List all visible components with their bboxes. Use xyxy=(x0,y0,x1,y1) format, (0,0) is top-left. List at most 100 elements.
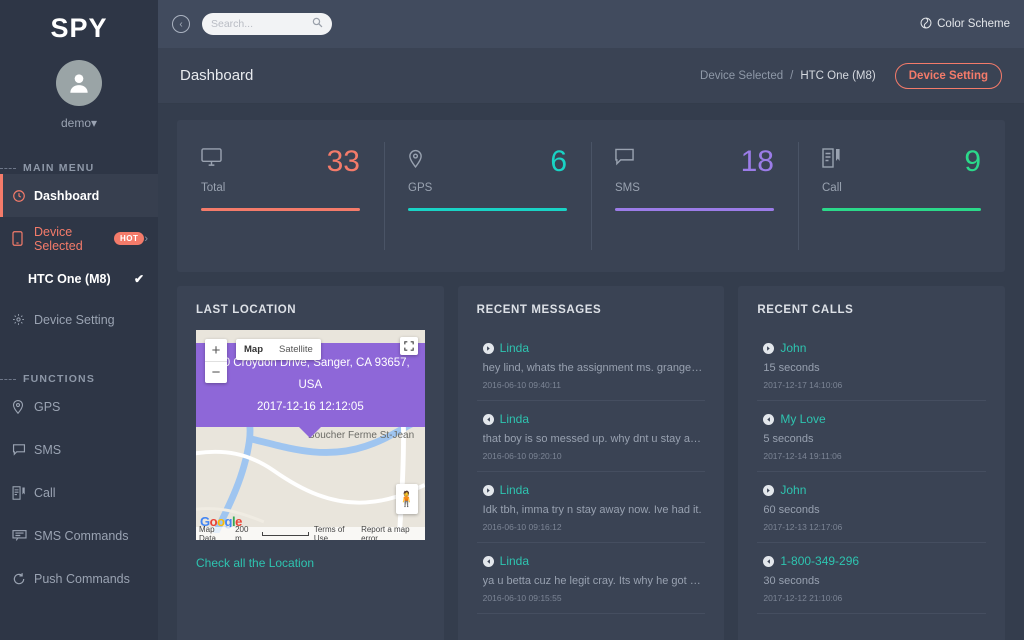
sidebar-item-call[interactable]: Call xyxy=(0,471,158,514)
list-item[interactable]: Linda Idk tbh, imma try n stay away now.… xyxy=(477,472,706,543)
stat-total-label: Total xyxy=(201,182,360,194)
dashboard-panels: LAST LOCATION Boucher Ferme St-Jean xyxy=(177,286,1005,640)
message-text: ya u betta cuz he legit cray. Its why he… xyxy=(483,575,706,587)
page-header: Dashboard Device Selected / HTC One (M8)… xyxy=(158,48,1024,104)
color-scheme-label: Color Scheme xyxy=(937,18,1010,30)
sidebar-item-push-commands[interactable]: Push Commands xyxy=(0,557,158,600)
app-root: SPY demo▾ MAIN MENU Dashboard xyxy=(0,0,1024,640)
avatar xyxy=(56,60,102,106)
section-main-menu: MAIN MENU xyxy=(0,162,158,174)
chat-bubble-icon xyxy=(12,443,34,456)
map-scale-bar-icon xyxy=(262,532,309,536)
recent-messages-list: Linda hey lind, whats the assignment ms.… xyxy=(477,330,706,630)
map-fullscreen-button[interactable] xyxy=(400,337,418,355)
sidebar-item-device-setting[interactable]: Device Setting xyxy=(0,298,158,341)
stats-summary-card: 33 Total 6 GPS xyxy=(177,120,1005,272)
list-item[interactable]: Linda hey lind, whats the assignment ms.… xyxy=(477,330,706,401)
sidebar: SPY demo▾ MAIN MENU Dashboard xyxy=(0,0,158,640)
message-timestamp: 2016-06-10 09:16:12 xyxy=(483,522,706,532)
user-profile: demo▾ xyxy=(0,56,158,130)
sidebar-item-dashboard[interactable]: Dashboard xyxy=(0,174,158,217)
check-icon: ✔ xyxy=(134,272,144,286)
brand-logo: SPY xyxy=(0,0,158,56)
message-contact-name: Linda xyxy=(500,554,529,568)
map-credit-mapdata: Map Data xyxy=(199,525,230,541)
section-functions-label: FUNCTIONS xyxy=(23,373,95,385)
chevron-down-icon: ▾ xyxy=(91,116,97,130)
list-item[interactable]: John 60 seconds 2017-12-13 12:17:06 xyxy=(757,472,986,543)
search-box[interactable] xyxy=(202,13,332,35)
panel-recent-messages-title: RECENT MESSAGES xyxy=(477,304,706,316)
sidebar-item-sms-commands[interactable]: SMS Commands xyxy=(0,514,158,557)
message-contact-name: Linda xyxy=(500,341,529,355)
outgoing-arrow-icon xyxy=(763,485,774,496)
map-credit-report[interactable]: Report a map error xyxy=(361,525,422,541)
panel-recent-calls: RECENT CALLS John 15 seconds 2017-12-17 … xyxy=(738,286,1005,640)
sms-commands-icon xyxy=(12,529,34,542)
device-setting-button[interactable]: Device Setting xyxy=(895,63,1002,89)
message-timestamp: 2016-06-10 09:15:55 xyxy=(483,593,706,603)
sidebar-item-sms[interactable]: SMS xyxy=(0,428,158,471)
map-zoom-out-button[interactable]: − xyxy=(205,361,227,383)
map-type-map-button[interactable]: Map xyxy=(236,339,271,360)
list-item[interactable]: Linda ya u betta cuz he legit cray. Its … xyxy=(477,543,706,614)
palette-icon xyxy=(920,17,932,32)
stat-gps-label: GPS xyxy=(408,182,567,194)
message-timestamp: 2016-06-10 09:40:11 xyxy=(483,380,706,390)
page-title: Dashboard xyxy=(180,67,253,84)
call-duration: 15 seconds xyxy=(763,362,986,374)
list-item[interactable]: Linda that boy is so messed up. why dnt … xyxy=(477,401,706,472)
fullscreen-icon xyxy=(404,341,414,351)
sidebar-subitem-htc-one-m8[interactable]: HTC One (M8) ✔ xyxy=(0,260,158,298)
sidebar-item-gps-label: GPS xyxy=(34,400,60,414)
map-credit-terms[interactable]: Terms of Use xyxy=(314,525,356,541)
stat-gps: 6 GPS xyxy=(384,120,591,272)
map-zoom-in-button[interactable]: + xyxy=(205,339,227,361)
sidebar-item-device-setting-label: Device Setting xyxy=(34,313,115,327)
stat-total-bar xyxy=(201,208,360,211)
sidebar-item-sms-commands-label: SMS Commands xyxy=(34,529,128,543)
map-pin-icon xyxy=(12,399,34,414)
outgoing-arrow-icon xyxy=(483,343,494,354)
sidebar-item-gps[interactable]: GPS xyxy=(0,385,158,428)
map-widget[interactable]: Boucher Ferme St-Jean 630 Croydon Drive,… xyxy=(196,330,425,540)
stat-sms-value: 18 xyxy=(741,148,774,176)
call-log-icon xyxy=(12,486,34,500)
stat-sms-label: SMS xyxy=(615,182,774,194)
color-scheme-button[interactable]: Color Scheme xyxy=(920,17,1010,32)
section-main-menu-label: MAIN MENU xyxy=(23,162,94,174)
call-timestamp: 2017-12-14 19:11:06 xyxy=(763,451,986,461)
sidebar-item-device-selected-label: Device Selected xyxy=(34,225,108,253)
dash-divider-icon xyxy=(0,379,16,380)
sidebar-item-call-label: Call xyxy=(34,486,56,500)
profile-name-dropdown[interactable]: demo▾ xyxy=(61,116,97,130)
breadcrumb-separator: / xyxy=(790,70,793,82)
stat-call-bar xyxy=(822,208,981,211)
list-item[interactable]: My Love 5 seconds 2017-12-14 19:11:06 xyxy=(757,401,986,472)
incoming-arrow-icon xyxy=(763,556,774,567)
breadcrumb-parent[interactable]: Device Selected xyxy=(700,70,783,82)
hot-badge: HOT xyxy=(114,232,144,245)
search-input[interactable] xyxy=(211,18,312,30)
map-address-line2: USA xyxy=(202,374,419,396)
map-type-switcher[interactable]: Map Satellite xyxy=(236,339,321,360)
stat-total-value: 33 xyxy=(327,148,360,176)
sidebar-item-device-selected[interactable]: Device Selected HOT › xyxy=(0,217,158,260)
search-icon[interactable] xyxy=(312,17,323,31)
list-item[interactable]: John 15 seconds 2017-12-17 14:10:06 xyxy=(757,330,986,401)
outgoing-arrow-icon xyxy=(763,343,774,354)
check-all-location-link[interactable]: Check all the Location xyxy=(196,556,314,570)
call-timestamp: 2017-12-17 14:10:06 xyxy=(763,380,986,390)
stat-gps-value: 6 xyxy=(550,148,567,176)
street-view-pegman-icon[interactable]: 🧍 xyxy=(396,484,418,514)
call-contact-name: John xyxy=(780,341,806,355)
incoming-arrow-icon xyxy=(483,556,494,567)
list-item[interactable]: 1-800-349-296 30 seconds 2017-12-12 21:1… xyxy=(757,543,986,614)
call-contact-name: My Love xyxy=(780,412,825,426)
call-duration: 60 seconds xyxy=(763,504,986,516)
message-text: Idk tbh, imma try n stay away now. Ive h… xyxy=(483,504,706,516)
call-duration: 30 seconds xyxy=(763,575,986,587)
map-zoom-controls[interactable]: + − xyxy=(205,339,227,383)
collapse-sidebar-icon[interactable]: ‹ xyxy=(172,15,190,33)
map-type-satellite-button[interactable]: Satellite xyxy=(271,339,321,360)
